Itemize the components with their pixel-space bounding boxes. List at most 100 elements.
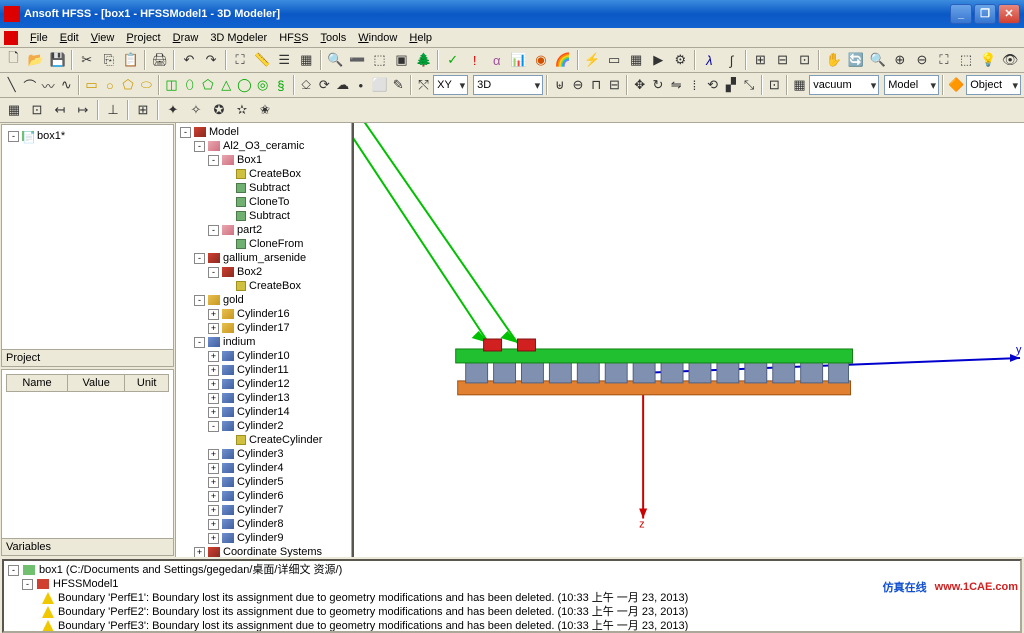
subtract-button[interactable]: ⊖ (569, 74, 586, 96)
menu-file[interactable]: File (24, 30, 54, 46)
tree-node[interactable]: +Coordinate Systems (178, 545, 349, 557)
mesh-button[interactable]: ▦ (626, 49, 647, 71)
snap-face[interactable]: ✪ (208, 99, 230, 121)
new-button[interactable]: 🗋 (3, 49, 24, 71)
spline-tool[interactable]: 〰 (39, 74, 56, 96)
tree-node[interactable]: CreateBox (178, 167, 349, 181)
region-tool[interactable]: ☁ (334, 74, 351, 96)
fit-button[interactable]: ⛶ (230, 49, 251, 71)
tree-node[interactable]: +Cylinder3 (178, 447, 349, 461)
tree-node[interactable]: +Cylinder9 (178, 531, 349, 545)
mode-combo[interactable]: 3D (473, 75, 543, 95)
project-tree[interactable]: -📄box1* (2, 125, 173, 349)
print-button[interactable]: 🖨 (149, 49, 170, 71)
zoom-button[interactable]: 🔍 (867, 49, 888, 71)
tree-node[interactable]: CreateBox (178, 279, 349, 293)
tree-node[interactable]: +Cylinder6 (178, 489, 349, 503)
sweep-button[interactable]: ∫ (721, 49, 742, 71)
plane-combo[interactable]: XY (433, 75, 468, 95)
col-name[interactable]: Name (7, 374, 68, 391)
paste-button[interactable]: 📋 (120, 49, 141, 71)
measure-button[interactable]: 📏 (252, 49, 273, 71)
material-combo[interactable]: vacuum (809, 75, 879, 95)
tree-node[interactable]: +Cylinder10 (178, 349, 349, 363)
project-node[interactable]: box1* (37, 129, 65, 143)
yz-button[interactable]: ⊟ (772, 49, 793, 71)
tree-node[interactable]: -part2 (178, 223, 349, 237)
plus-button[interactable]: ⊕ (889, 49, 910, 71)
alpha-button[interactable]: α (486, 49, 507, 71)
poly-tool[interactable]: ⬠ (119, 74, 136, 96)
point-tool[interactable]: • (352, 74, 369, 96)
xy-button[interactable]: ⊞ (750, 49, 771, 71)
menu-help[interactable]: Help (403, 30, 438, 46)
dup-line-button[interactable]: ⁞ (686, 74, 703, 96)
col-unit[interactable]: Unit (125, 374, 169, 391)
intersect-button[interactable]: ⊓ (588, 74, 605, 96)
menu-hfss[interactable]: HFSS (273, 30, 314, 46)
tree-node[interactable]: CreateCylinder (178, 433, 349, 447)
cs-tool[interactable]: ⤲ (415, 74, 432, 96)
tree-node[interactable]: +Cylinder4 (178, 461, 349, 475)
design-button[interactable]: ▦ (296, 49, 317, 71)
rotate3d-button[interactable]: ↻ (649, 74, 666, 96)
redo-button[interactable]: ↷ (201, 49, 222, 71)
close-button[interactable]: ✕ (998, 4, 1020, 24)
maximize-button[interactable]: ❐ (974, 4, 996, 24)
snap-ortho[interactable]: ⊥ (102, 99, 124, 121)
menu-draw[interactable]: Draw (167, 30, 205, 46)
tree-node[interactable]: -gold (178, 293, 349, 307)
light-button[interactable]: 💡 (978, 49, 999, 71)
anim-button[interactable]: ▶ (648, 49, 669, 71)
unite-button[interactable]: ⊎ (551, 74, 568, 96)
ellipse-tool[interactable]: ⬭ (138, 74, 155, 96)
cut-button[interactable]: ✂ (76, 49, 97, 71)
minimize-button[interactable]: _ (950, 4, 972, 24)
tree-node[interactable]: Subtract (178, 181, 349, 195)
tree-node[interactable]: -indium (178, 335, 349, 349)
helix-tool[interactable]: § (272, 74, 289, 96)
snap-vertex[interactable]: ⊡ (26, 99, 48, 121)
plot-button[interactable]: 📊 (508, 49, 529, 71)
tree-node[interactable]: -gallium_arsenide (178, 251, 349, 265)
bound-button[interactable]: ▭ (604, 49, 625, 71)
torus-tool[interactable]: ◎ (254, 74, 271, 96)
snap-grid[interactable]: ▦ (3, 99, 25, 121)
circle-tool[interactable]: ○ (101, 74, 118, 96)
box-button[interactable]: ⬚ (956, 49, 977, 71)
rect-tool[interactable]: ▭ (83, 74, 100, 96)
snap-fwd[interactable]: ↦ (72, 99, 94, 121)
tree-button[interactable]: 🌲 (413, 49, 434, 71)
menu-3dmodeler[interactable]: 3D Modeler (204, 30, 273, 46)
edit-tool[interactable]: ✎ (390, 74, 407, 96)
tree-node[interactable]: +Cylinder5 (178, 475, 349, 489)
snap-back[interactable]: ↤ (49, 99, 71, 121)
tree-node[interactable]: -Box2 (178, 265, 349, 279)
pan-button[interactable]: ✋ (823, 49, 844, 71)
tree-node[interactable]: +Cylinder11 (178, 363, 349, 377)
tree-node[interactable]: +Cylinder14 (178, 405, 349, 419)
eye-button[interactable]: 👁 (1000, 49, 1021, 71)
menu-view[interactable]: View (85, 30, 121, 46)
snap-center[interactable]: ✦ (162, 99, 184, 121)
zoom-window-button[interactable]: ⬚ (369, 49, 390, 71)
menu-window[interactable]: Window (352, 30, 403, 46)
tree-node[interactable]: Subtract (178, 209, 349, 223)
menu-tools[interactable]: Tools (315, 30, 353, 46)
tree-node[interactable]: +Cylinder16 (178, 307, 349, 321)
dup-mirror-button[interactable]: ▞ (722, 74, 739, 96)
lambda-button[interactable]: λ (699, 49, 720, 71)
dup-angle-button[interactable]: ⟲ (704, 74, 721, 96)
zoom-out-button[interactable]: ➖ (347, 49, 368, 71)
minus-button[interactable]: ⊖ (911, 49, 932, 71)
open-button[interactable]: 📂 (25, 49, 46, 71)
rotate-button[interactable]: 🔄 (845, 49, 866, 71)
opt-button[interactable]: ⚙ (670, 49, 691, 71)
fit2-button[interactable]: ⛶ (933, 49, 954, 71)
undo-button[interactable]: ↶ (178, 49, 199, 71)
mdi-control-icon[interactable] (4, 31, 18, 45)
plane-tool[interactable]: ⬜ (370, 74, 388, 96)
prism-tool[interactable]: ⬠ (199, 74, 216, 96)
list-button[interactable]: ☰ (274, 49, 295, 71)
tree-node[interactable]: -Cylinder2 (178, 419, 349, 433)
